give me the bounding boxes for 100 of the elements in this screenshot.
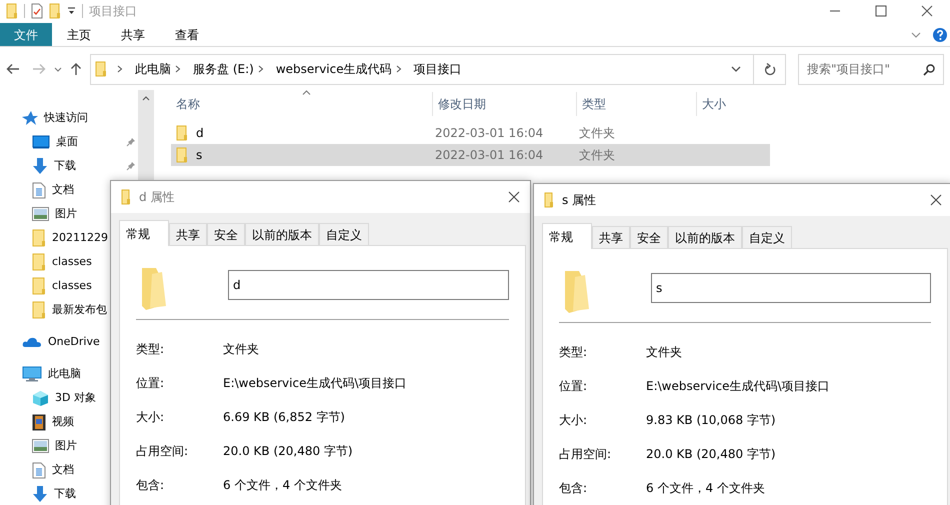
help-icon[interactable] — [933, 28, 947, 42]
file-menu-tab[interactable]: 文件 — [0, 23, 52, 46]
property-value: 6.69 KB (6,852 字节) — [223, 409, 345, 426]
ribbon-tab[interactable]: 查看 — [160, 23, 214, 46]
tab[interactable]: 常规 — [119, 220, 169, 246]
chevron-icon — [396, 65, 402, 73]
sidebar-item[interactable]: classes — [0, 274, 138, 298]
recent-dropdown-icon[interactable] — [54, 66, 62, 72]
cloud-icon — [22, 336, 42, 348]
dropdown-icon[interactable] — [67, 7, 76, 15]
property-label: 位置: — [136, 375, 166, 392]
scroll-up-icon[interactable] — [142, 96, 150, 101]
window-title: 项目接口 — [89, 3, 137, 20]
file-row[interactable]: d 2022-03-01 16:04 文件夹 — [171, 122, 770, 144]
sidebar-item[interactable]: 桌面 — [0, 130, 138, 154]
refresh-icon[interactable] — [764, 62, 776, 76]
folder-icon — [140, 266, 168, 310]
download-arrow-icon — [32, 485, 48, 503]
expand-ribbon-icon[interactable] — [911, 32, 921, 38]
pin-icon — [126, 137, 136, 147]
folder-icon — [49, 3, 61, 19]
breadcrumb-link[interactable]: 项目接口 — [412, 60, 464, 78]
ribbon-tab[interactable]: 共享 — [106, 23, 160, 46]
property-value: 9.83 KB (10,068 字节) — [646, 412, 776, 429]
property-label: 类型: — [136, 341, 166, 358]
property-value: 6 个文件，4 个文件夹 — [646, 480, 765, 497]
property-label: 占用空间: — [136, 443, 190, 460]
sidebar-item[interactable]: 文档 — [0, 178, 138, 202]
address-bar[interactable]: 此电脑 服务盘 (E:) webservice生成代码 项目接口 — [90, 54, 786, 84]
cube-icon — [32, 390, 49, 406]
tab[interactable]: 以前的版本 — [668, 226, 742, 248]
sidebar-item[interactable]: 快速访问 — [0, 106, 138, 130]
file-type: 文件夹 — [579, 125, 615, 142]
close-icon[interactable] — [508, 191, 520, 203]
sidebar-item[interactable]: 下载 — [0, 154, 138, 178]
breadcrumb-link[interactable]: 此电脑 — [133, 60, 173, 78]
property-value: 文件夹 — [646, 344, 682, 361]
folder-icon — [32, 277, 46, 295]
desktop-icon — [32, 135, 50, 149]
tab[interactable]: 共享 — [169, 223, 207, 245]
up-arrow-icon[interactable] — [70, 62, 82, 76]
property-label: 占用空间: — [559, 446, 612, 463]
search-icon[interactable] — [923, 64, 935, 76]
property-value: 20.0 KB (20,480 字节) — [223, 443, 353, 460]
folder-icon — [544, 192, 554, 208]
folder-icon — [176, 147, 188, 163]
tab[interactable]: 常规 — [542, 223, 592, 249]
maximize-icon[interactable] — [875, 5, 887, 17]
modified-date: 2022-03-01 16:04 — [435, 125, 544, 142]
column-header[interactable]: 类型 — [576, 92, 696, 116]
property-label: 大小: — [559, 412, 588, 429]
folder-icon — [32, 229, 46, 247]
computer-icon — [22, 366, 42, 382]
chevron-icon — [258, 65, 264, 73]
sort-ascending-icon — [302, 90, 310, 95]
sidebar-item[interactable]: classes — [0, 250, 138, 274]
document-icon — [32, 182, 46, 198]
sidebar-item[interactable]: 最新发布包 — [0, 298, 138, 322]
star-icon — [22, 110, 38, 126]
close-icon[interactable] — [921, 5, 933, 17]
property-label: 大小: — [136, 409, 166, 426]
modified-date: 2022-03-01 16:04 — [435, 147, 544, 164]
back-arrow-icon[interactable] — [6, 63, 20, 75]
properties-icon[interactable] — [31, 3, 43, 19]
ribbon-tab[interactable]: 主页 — [52, 23, 106, 46]
file-name: d — [196, 125, 204, 142]
file-row[interactable]: s 2022-03-01 16:04 文件夹 — [171, 144, 770, 166]
close-icon[interactable] — [930, 194, 942, 206]
folder-icon — [121, 189, 131, 205]
column-header[interactable]: 名称 — [171, 92, 432, 116]
tab[interactable]: 以前的版本 — [245, 223, 319, 245]
name-field[interactable]: d — [228, 270, 509, 300]
tab[interactable]: 自定义 — [319, 223, 369, 245]
tab[interactable]: 自定义 — [742, 226, 792, 248]
chevron-icon — [117, 65, 123, 73]
download-arrow-icon — [32, 157, 48, 175]
property-label: 包含: — [136, 477, 166, 494]
pin-icon — [126, 161, 136, 171]
column-header[interactable]: 修改日期 — [432, 92, 576, 116]
property-label: 位置: — [559, 378, 588, 395]
folder-icon — [563, 269, 591, 313]
name-field[interactable]: s — [651, 273, 931, 303]
property-value: E:\webservice生成代码\项目接口 — [646, 378, 830, 395]
tab[interactable]: 安全 — [630, 226, 668, 248]
chevron-icon — [175, 65, 181, 73]
column-header[interactable]: 大小 — [696, 92, 776, 116]
folder-icon — [32, 253, 46, 271]
file-name: s — [196, 147, 202, 164]
breadcrumb-link[interactable]: webservice生成代码 — [274, 60, 394, 78]
document-icon — [32, 462, 46, 478]
search-field[interactable]: 搜索"项目接口" — [798, 54, 944, 84]
breadcrumb-link[interactable]: 服务盘 (E:) — [191, 60, 256, 78]
address-dropdown-icon[interactable] — [731, 66, 741, 72]
property-label: 包含: — [559, 480, 588, 497]
tab[interactable]: 共享 — [592, 226, 630, 248]
property-label: 类型: — [559, 344, 588, 361]
property-value: 6 个文件，4 个文件夹 — [223, 477, 342, 494]
tab[interactable]: 安全 — [207, 223, 245, 245]
property-value: 20.0 KB (20,480 字节) — [646, 446, 776, 463]
file-type: 文件夹 — [579, 147, 615, 164]
